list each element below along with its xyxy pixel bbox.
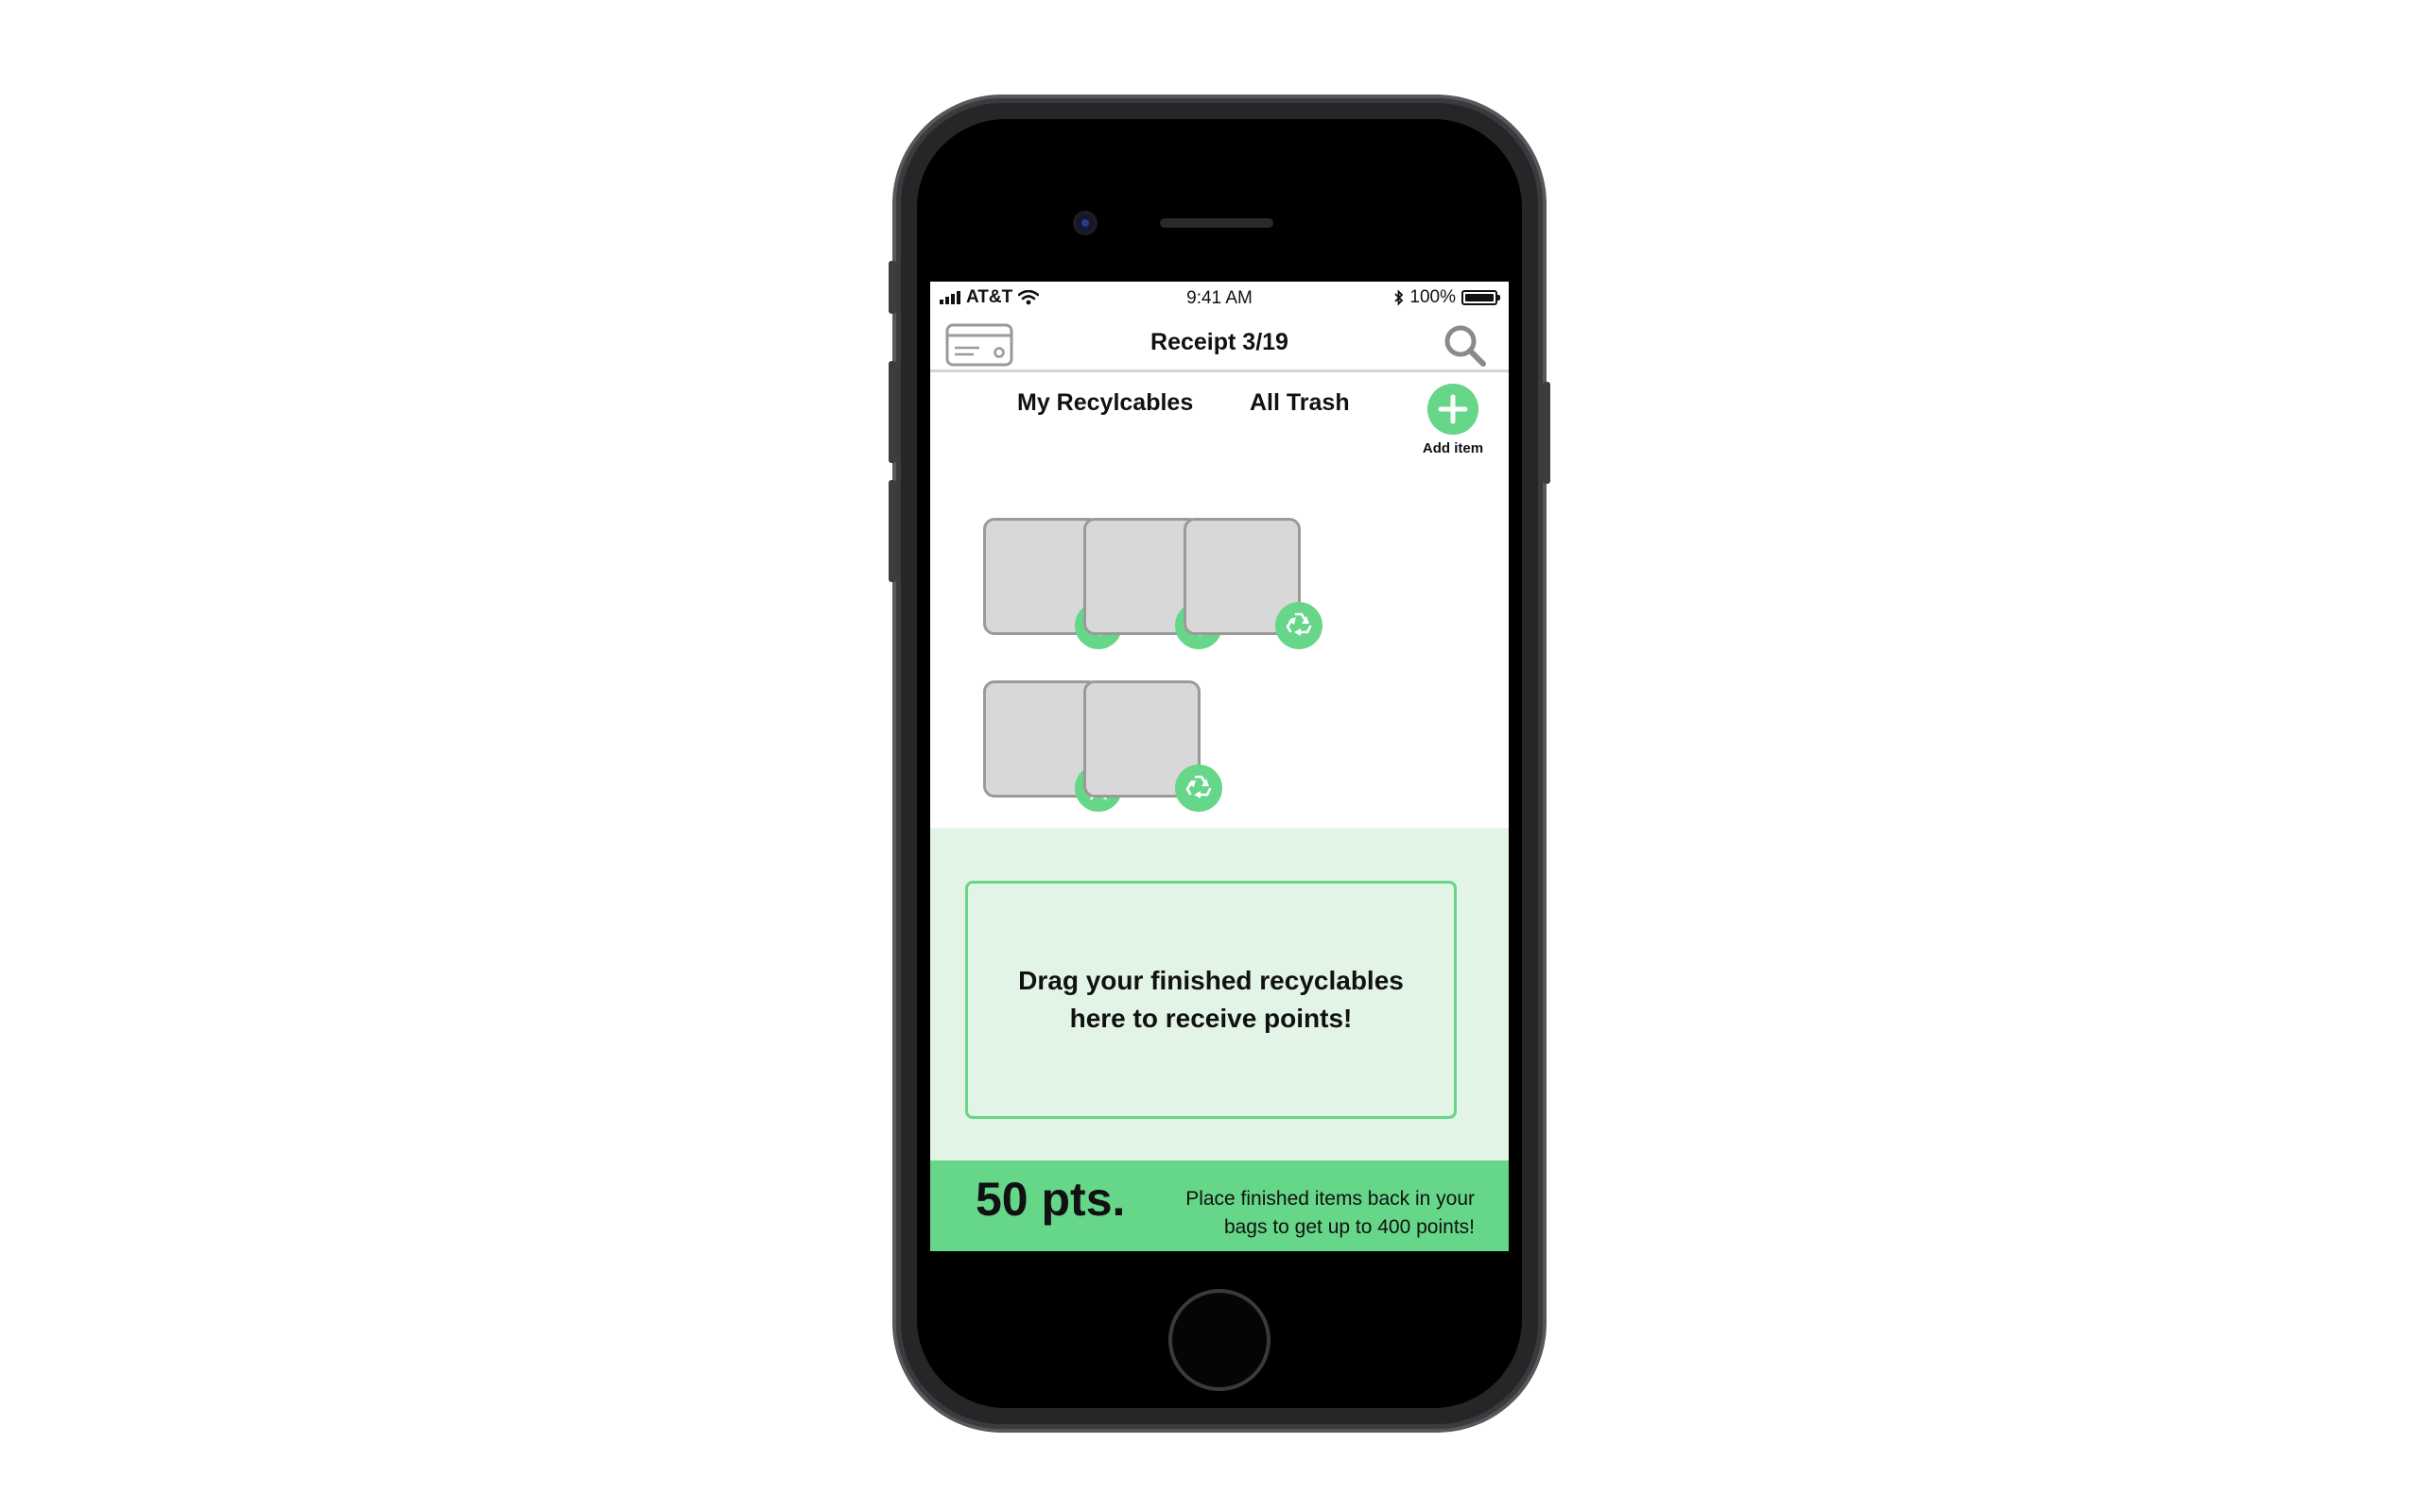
search-icon[interactable] [1443,323,1488,369]
page-title: Receipt 3/19 [1150,329,1288,355]
battery-icon [1461,290,1500,305]
volume-up-button [889,361,896,463]
volume-down-button [889,480,896,582]
tab-all-trash[interactable]: All Trash [1250,389,1350,417]
mute-switch [889,261,896,314]
power-button [1543,382,1550,484]
plus-icon[interactable] [1427,384,1478,435]
add-item-button[interactable]: Add item [1410,384,1495,456]
drop-zone-text: Drag your finished recyclables here to r… [1012,962,1409,1038]
phone-frame: AT&T 9:41 AM 100% Receipt 3/19 My Recylc… [889,98,1550,1429]
stage: AT&T 9:41 AM 100% Receipt 3/19 My Recylc… [0,0,2420,1512]
battery-percentage: 100% [1409,287,1456,307]
points-note: Place finished items back in your bags t… [1134,1185,1475,1242]
add-item-label: Add item [1422,440,1484,456]
recycle-icon [1286,612,1312,636]
points-value: 50 pts. [976,1173,1126,1226]
front-camera [1076,214,1095,232]
bluetooth-icon [1394,289,1404,306]
status-bar: AT&T 9:41 AM 100% [930,282,1509,314]
tab-my-recyclables[interactable]: My Recylcables [1017,389,1193,417]
points-bar: 50 pts. Place finished items back in you… [930,1160,1509,1251]
recyclable-item[interactable] [1083,680,1222,812]
drop-section: Drag your finished recyclables here to r… [930,828,1509,1160]
recycle-badge [1175,765,1222,812]
navigation-bar: Receipt 3/19 [930,314,1509,372]
phone-face: AT&T 9:41 AM 100% Receipt 3/19 My Recylc… [917,119,1522,1408]
drop-zone-line-2: here to receive points! [1069,1004,1353,1033]
status-right: 100% [1394,287,1500,308]
recycle-badge [1275,602,1322,649]
points-note-line-2: bags to get up to 400 points! [1223,1216,1475,1238]
home-button[interactable] [1168,1289,1270,1391]
earpiece-speaker [1160,218,1273,228]
tab-bar: My Recylcables All Trash Add item [930,372,1509,456]
recycle-icon [1185,775,1212,799]
recyclable-item[interactable] [1184,518,1322,649]
app-screen: AT&T 9:41 AM 100% Receipt 3/19 My Recylc… [930,282,1509,1251]
drop-zone-line-1: Drag your finished recyclables [1018,966,1404,995]
points-note-line-1: Place finished items back in your [1185,1188,1475,1210]
drop-zone[interactable]: Drag your finished recyclables here to r… [965,881,1457,1119]
